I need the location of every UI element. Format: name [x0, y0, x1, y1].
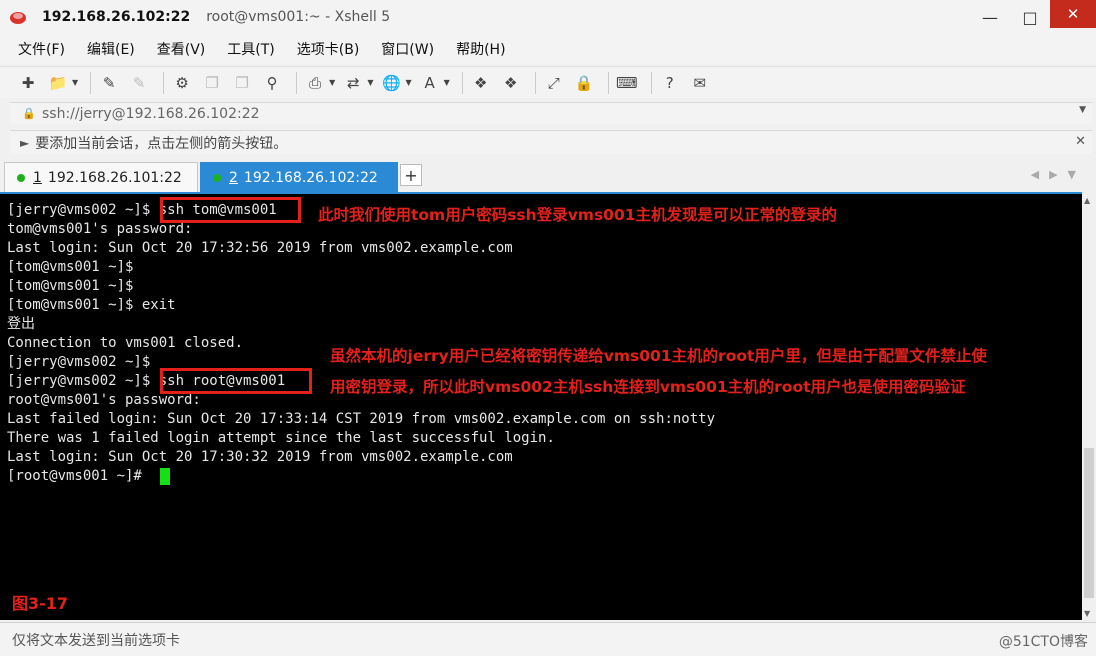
- minimize-button[interactable]: —: [970, 0, 1010, 34]
- chevron-down-icon[interactable]: ▼: [367, 78, 373, 87]
- help-icon[interactable]: ?: [658, 71, 682, 95]
- font-icon[interactable]: A: [418, 71, 442, 95]
- toolbar-divider: [650, 71, 652, 94]
- session-hint-text: 要添加当前会话，点击左侧的箭头按钮。: [35, 135, 288, 152]
- add-session-arrow-icon[interactable]: ►: [20, 136, 29, 150]
- xmanager-icon[interactable]: ❖: [499, 71, 523, 95]
- menu-help[interactable]: 帮助(H): [452, 37, 509, 61]
- close-icon[interactable]: ✕: [1075, 134, 1086, 149]
- toolbar-divider: [163, 71, 165, 94]
- connected-status-icon: [17, 173, 25, 182]
- scroll-up-icon[interactable]: ▲: [1084, 196, 1090, 205]
- window-title: root@vms001:~ - Xshell 5: [206, 9, 391, 25]
- tab-session-1[interactable]: 1 192.168.26.101:22: [4, 162, 198, 192]
- title-bar: 192.168.26.102:22 root@vms001:~ - Xshell…: [0, 0, 1096, 34]
- window-controls: — □ ✕: [970, 0, 1096, 34]
- terminal-line: Last login: Sun Oct 20 17:30:32 2019 fro…: [7, 449, 513, 465]
- find-icon[interactable]: ⚲: [260, 71, 284, 95]
- toolbar: ✚ 📁 ▼ ✎ ✎ ⚙ ❐ ❐ ⚲ ⎙ ▼ ⇄ ▼ 🌐 ▼ A ▼ ❖ ❖ ⤢ …: [0, 66, 1096, 98]
- terminal-line: 登出: [7, 316, 35, 332]
- session-hint-bar: ► 要添加当前会话，点击左侧的箭头按钮。 ✕: [10, 130, 1092, 154]
- annotation-root-login-line2: 用密钥登录，所以此时vms002主机ssh连接到vms001主机的root用户也…: [330, 378, 966, 396]
- new-session-icon[interactable]: ✚: [16, 71, 40, 95]
- disconnect-icon[interactable]: ✎: [127, 71, 151, 95]
- menu-bar: 文件(F) 编辑(E) 查看(V) 工具(T) 选项卡(B) 窗口(W) 帮助(…: [0, 34, 1096, 64]
- xshell-logo-icon: [8, 7, 28, 27]
- terminal-output[interactable]: [jerry@vms002 ~]$ ssh tom@vms001 tom@vms…: [0, 192, 1082, 620]
- menu-window[interactable]: 窗口(W): [377, 37, 438, 61]
- terminal-line: Last failed login: Sun Oct 20 17:33:14 C…: [7, 411, 716, 427]
- add-tab-button[interactable]: +: [400, 164, 422, 186]
- highlight-box-ssh-root: [160, 368, 312, 394]
- tab-number: 2: [229, 169, 238, 186]
- menu-view[interactable]: 查看(V): [153, 37, 210, 61]
- scroll-down-icon[interactable]: ▼: [1084, 609, 1090, 618]
- tab-number: 1: [33, 169, 42, 186]
- paste-icon[interactable]: ❐: [230, 71, 254, 95]
- terminal-line: [tom@vms001 ~]$: [7, 259, 134, 275]
- properties-icon[interactable]: ⚙: [170, 71, 194, 95]
- toolbar-divider: [534, 71, 536, 94]
- terminal-line: [root@vms001 ~]#: [7, 468, 142, 484]
- tab-label: 192.168.26.101:22: [47, 169, 182, 186]
- chevron-down-icon[interactable]: ▼: [444, 78, 450, 87]
- connected-status-icon: [213, 173, 221, 182]
- connect-icon[interactable]: ✎: [97, 71, 121, 95]
- menu-tools[interactable]: 工具(T): [223, 37, 278, 61]
- globe-icon[interactable]: 🌐: [379, 71, 403, 95]
- address-input[interactable]: ssh://jerry@192.168.26.102:22: [42, 106, 260, 122]
- close-button[interactable]: ✕: [1050, 0, 1096, 28]
- tab-scroll-arrows[interactable]: ◀▶▼: [1031, 168, 1086, 181]
- annotation-root-login-line1: 虽然本机的jerry用户已经将密钥传递给vms001主机的root用户里，但是由…: [330, 347, 987, 365]
- send-to-tab-text[interactable]: 仅将文本发送到当前选项卡: [12, 630, 180, 650]
- tab-bar: 1 192.168.26.101:22 2 192.168.26.102:22 …: [0, 158, 1096, 192]
- maximize-button[interactable]: □: [1010, 0, 1050, 34]
- figure-label: 图3-17: [12, 594, 69, 613]
- copy-icon[interactable]: ❐: [200, 71, 224, 95]
- print-icon[interactable]: ⎙: [303, 71, 327, 95]
- terminal-line: [tom@vms001 ~]$: [7, 278, 134, 294]
- toolbar-divider: [90, 71, 92, 94]
- chevron-down-icon[interactable]: ▼: [329, 78, 335, 87]
- terminal-scrollbar[interactable]: ▲ ▼: [1082, 194, 1096, 620]
- address-bar[interactable]: 🔒 ssh://jerry@192.168.26.102:22 ▼: [10, 102, 1092, 124]
- chevron-down-icon[interactable]: ▼: [72, 78, 78, 87]
- terminal-line: There was 1 failed login attempt since t…: [7, 430, 555, 446]
- terminal-line: Connection to vms001 closed.: [7, 335, 244, 351]
- toolbar-divider: [461, 71, 463, 94]
- toolbar-divider: [607, 71, 609, 94]
- chevron-down-icon[interactable]: ▼: [1079, 105, 1086, 115]
- terminal-cursor: [160, 468, 170, 485]
- open-folder-icon[interactable]: 📁: [46, 71, 70, 95]
- highlight-box-ssh-tom: [160, 197, 301, 223]
- terminal-line: [tom@vms001 ~]$ exit: [7, 297, 176, 313]
- tab-session-2[interactable]: 2 192.168.26.102:22: [200, 162, 398, 192]
- menu-tab[interactable]: 选项卡(B): [293, 37, 364, 61]
- chat-icon[interactable]: ✉: [688, 71, 712, 95]
- chevron-down-icon[interactable]: ▼: [405, 78, 411, 87]
- toolbar-divider: [296, 71, 298, 94]
- lock-icon[interactable]: 🔒: [572, 71, 596, 95]
- terminal-line: [jerry@vms002 ~]$: [7, 354, 151, 370]
- transfer-icon[interactable]: ⇄: [341, 71, 365, 95]
- scroll-thumb[interactable]: [1084, 448, 1094, 598]
- xftp-icon[interactable]: ❖: [469, 71, 493, 95]
- status-bar: 仅将文本发送到当前选项卡 @51CTO博客: [0, 622, 1096, 656]
- annotation-tom-login: 此时我们使用tom用户密码ssh登录vms001主机发现是可以正常的登录的: [318, 206, 838, 224]
- tab-label: 192.168.26.102:22: [243, 169, 378, 186]
- terminal-line: Last login: Sun Oct 20 17:32:56 2019 fro…: [7, 240, 513, 256]
- window-title-host: 192.168.26.102:22: [42, 9, 191, 25]
- keyboard-icon[interactable]: ⌨: [615, 71, 639, 95]
- fullscreen-icon[interactable]: ⤢: [542, 71, 566, 95]
- menu-file[interactable]: 文件(F): [14, 37, 69, 61]
- lock-icon: 🔒: [22, 106, 36, 120]
- watermark: @51CTO博客: [998, 634, 1088, 650]
- menu-edit[interactable]: 编辑(E): [83, 37, 139, 61]
